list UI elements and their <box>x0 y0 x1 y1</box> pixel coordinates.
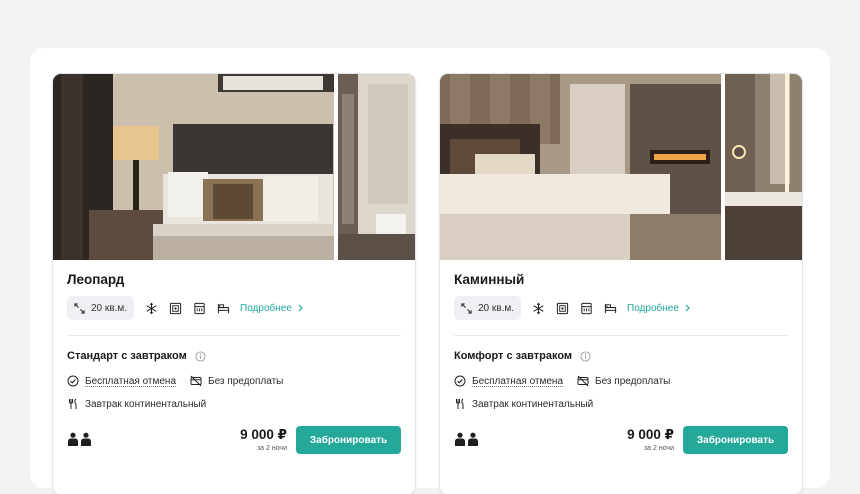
meal-info: Завтрак континентальный <box>454 398 593 410</box>
safe-icon <box>556 302 569 315</box>
guests-count <box>454 432 479 446</box>
guest-icon <box>455 432 465 446</box>
more-details-label: Подробнее <box>627 302 679 314</box>
info-icon[interactable] <box>195 350 206 362</box>
amenities-row: 20 кв.м. Подробнее <box>67 296 303 320</box>
price-note: за 2 ночи <box>256 445 287 452</box>
expand-icon <box>461 302 472 314</box>
guest-icon <box>68 432 78 446</box>
guests-count <box>67 432 92 446</box>
air-conditioner-icon <box>532 302 545 315</box>
area-chip: 20 кв.м. <box>454 296 522 320</box>
meal-info: Завтрак континентальный <box>67 398 206 410</box>
book-button[interactable]: Забронировать <box>683 426 788 454</box>
book-button[interactable]: Забронировать <box>296 426 401 454</box>
check-circle-icon <box>67 375 79 387</box>
room-title: Леопард <box>67 272 125 287</box>
room-photo-bathroom[interactable] <box>725 74 802 260</box>
no-prepay-text: Без предоплаты <box>595 375 671 387</box>
bed-icon <box>604 302 617 315</box>
no-card-icon <box>190 375 202 387</box>
expand-icon <box>74 302 85 314</box>
info-icon[interactable] <box>580 350 591 362</box>
breakfast-text: Завтрак континентальный <box>472 398 594 410</box>
rate-name: Комфорт с завтраком <box>454 350 573 362</box>
more-details-label: Подробнее <box>240 302 292 314</box>
room-photo-bathroom[interactable] <box>338 74 415 260</box>
bed-icon <box>217 302 230 315</box>
price-note: за 2 ночи <box>643 445 674 452</box>
cutlery-icon <box>456 398 464 409</box>
cutlery-icon <box>69 398 77 409</box>
price-block: 9 000 ₽ за 2 ночи <box>240 427 287 452</box>
area-chip: 20 кв.м. <box>67 296 135 320</box>
photo-gallery[interactable] <box>440 74 802 260</box>
safe-icon <box>169 302 182 315</box>
check-circle-icon <box>454 375 466 387</box>
amenities-row: 20 кв.м. Подробнее <box>454 296 690 320</box>
divider <box>67 335 401 336</box>
price-value: 9 000 ₽ <box>240 427 287 442</box>
photo-gallery[interactable] <box>53 74 415 260</box>
chevron-right-icon <box>685 304 690 312</box>
more-details-link[interactable]: Подробнее <box>627 303 690 314</box>
price-value: 9 000 ₽ <box>627 427 674 442</box>
room-photo-main[interactable] <box>440 74 721 260</box>
air-conditioner-icon <box>145 302 158 315</box>
minibar-icon <box>193 302 206 315</box>
room-card: Каминный 20 кв.м. Подробнее Комфорт с за… <box>440 74 802 494</box>
rate-conditions: Бесплатная отмена Без предоплаты <box>454 375 670 387</box>
breakfast-text: Завтрак континентальный <box>85 398 207 410</box>
guest-icon <box>81 432 91 446</box>
room-card: Леопард 20 кв.м. Подробнее Стандарт с за… <box>53 74 415 494</box>
free-cancel-text[interactable]: Бесплатная отмена <box>85 376 176 387</box>
area-value: 20 кв.м. <box>478 302 515 314</box>
area-value: 20 кв.м. <box>91 302 128 314</box>
rate-conditions: Бесплатная отмена Без предоплаты <box>67 375 283 387</box>
chevron-right-icon <box>298 304 303 312</box>
room-photo-main[interactable] <box>53 74 334 260</box>
rooms-panel: Леопард 20 кв.м. Подробнее Стандарт с за… <box>30 48 830 494</box>
no-prepay-text: Без предоплаты <box>208 375 284 387</box>
no-card-icon <box>577 375 589 387</box>
minibar-icon <box>580 302 593 315</box>
divider <box>454 335 788 336</box>
rate-title: Стандарт с завтраком <box>67 350 206 362</box>
room-title: Каминный <box>454 272 525 287</box>
more-details-link[interactable]: Подробнее <box>240 303 303 314</box>
guest-icon <box>468 432 478 446</box>
free-cancel-text[interactable]: Бесплатная отмена <box>472 376 563 387</box>
rate-name: Стандарт с завтраком <box>67 350 187 362</box>
rate-title: Комфорт с завтраком <box>454 350 591 362</box>
price-block: 9 000 ₽ за 2 ночи <box>627 427 674 452</box>
